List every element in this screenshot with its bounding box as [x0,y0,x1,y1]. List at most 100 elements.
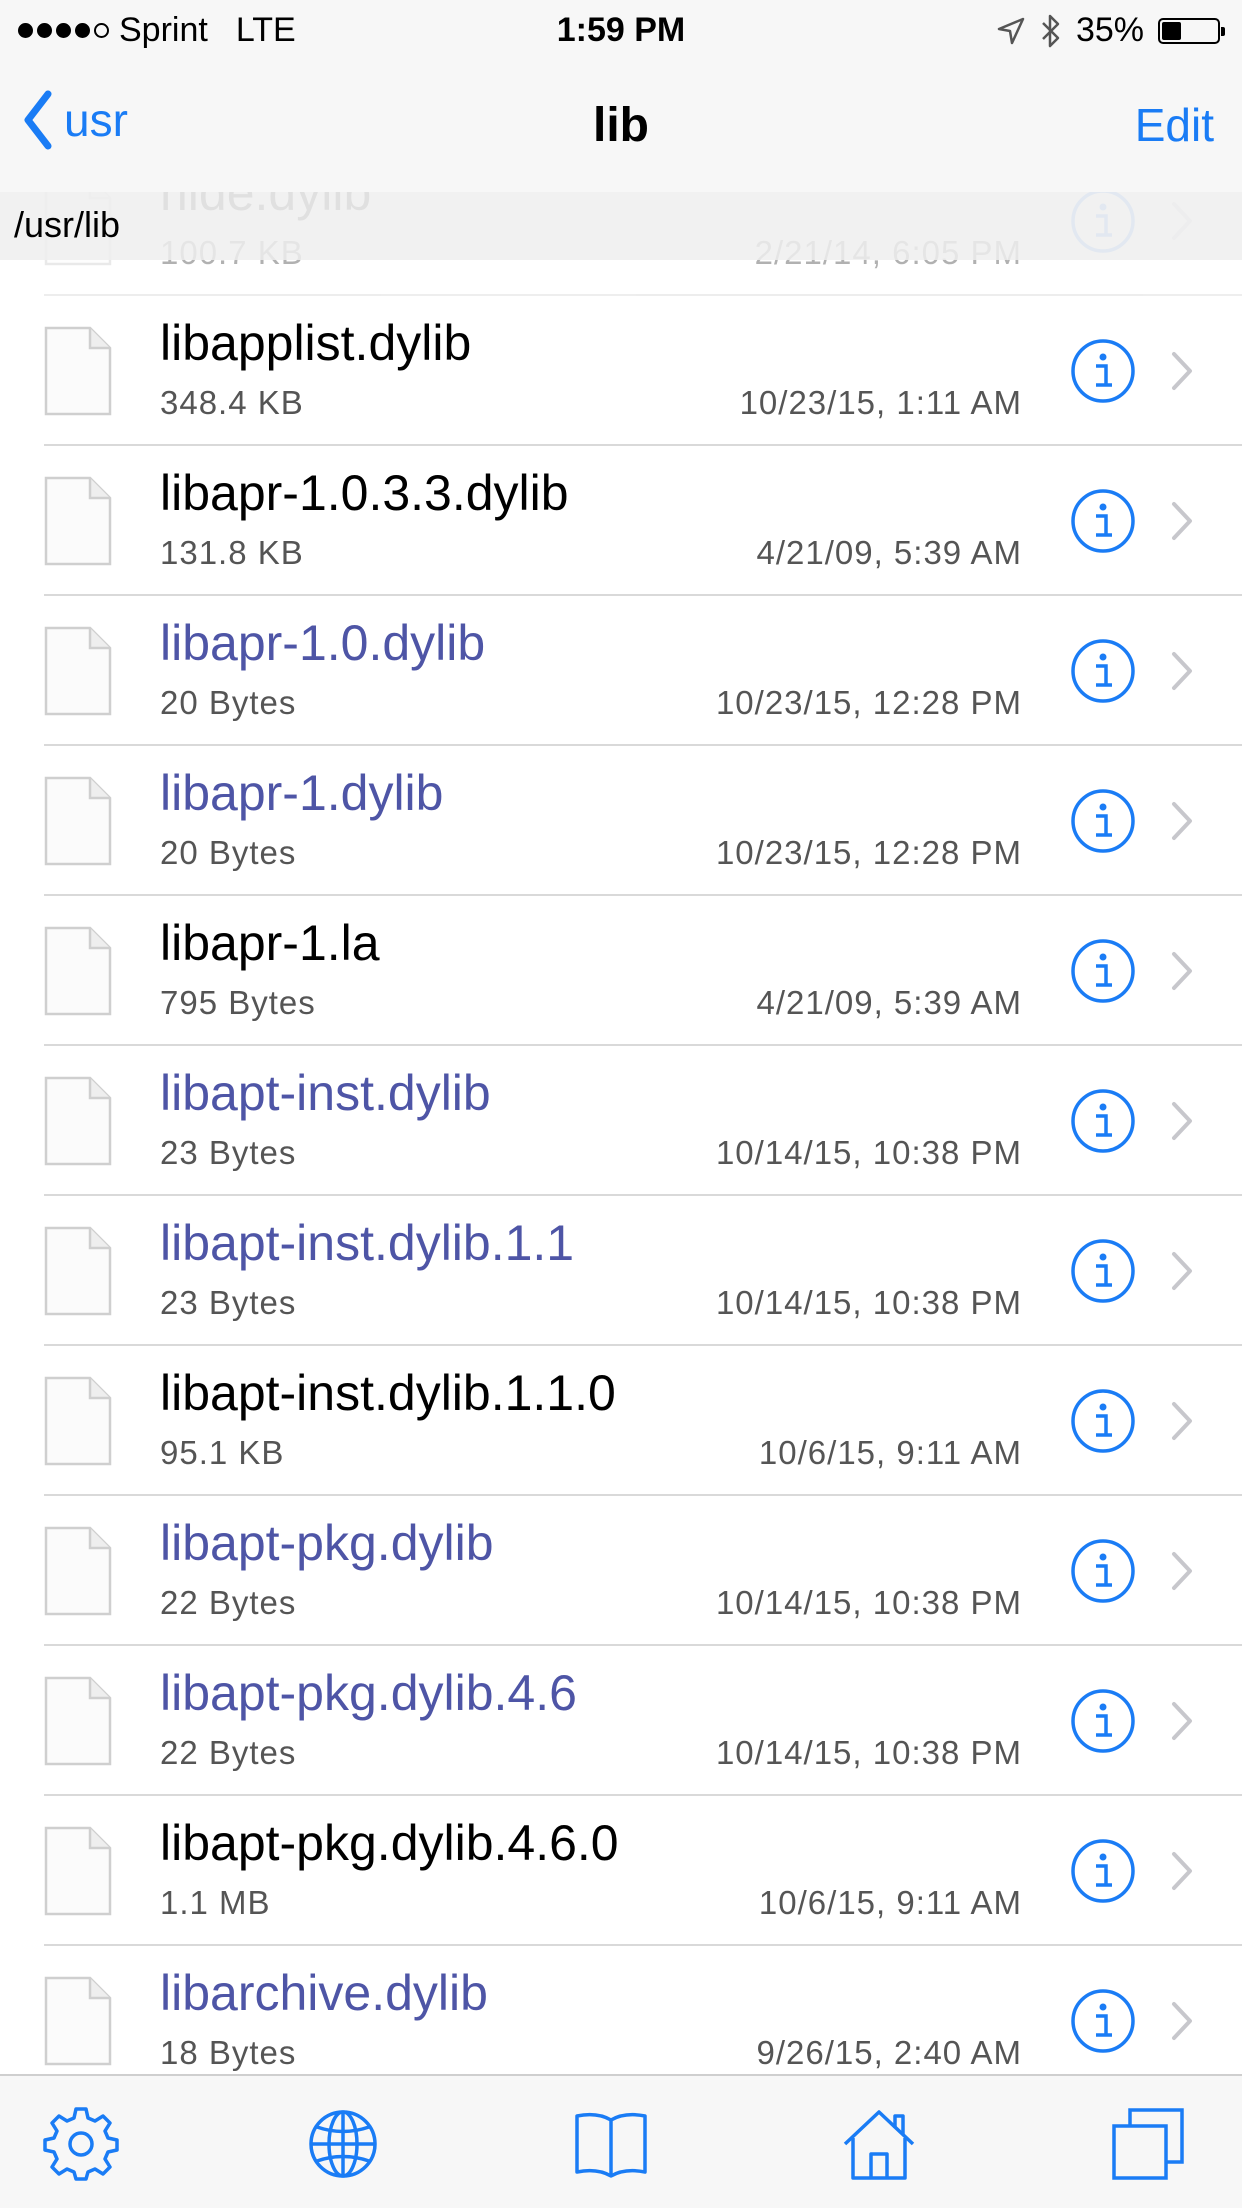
chevron-right-icon [1172,1852,1192,1890]
info-icon[interactable] [1070,638,1136,704]
file-name: libarchive.dylib [160,1965,488,2021]
navigation-bar: usr lib Edit [0,60,1242,192]
status-bar: Sprint LTE 1:59 PM 35% [0,0,1242,60]
file-name: libapt-inst.dylib.1.1 [160,1215,575,1271]
file-icon [44,1976,112,2066]
file-row[interactable]: libapr-1.dylib 20 Bytes 10/23/15, 12:28 PM [0,746,1242,896]
file-icon [44,1826,112,1916]
gear-icon[interactable] [43,2106,119,2182]
file-date: 9/26/15, 2:40 AM [756,2034,1022,2071]
file-row[interactable]: libapt-inst.dylib.1.1.0 95.1 KB 10/6/15, 9… [0,1346,1242,1496]
chevron-right-icon [1172,652,1192,690]
file-name: libapt-inst.dylib [160,1065,491,1121]
file-name: libapt-inst.dylib.1.1.0 [160,1365,616,1421]
file-size: 795 Bytes [160,984,316,1021]
path-bar: /usr/lib [0,192,1242,260]
file-name: libapt-pkg.dylib.4.6 [160,1665,577,1721]
home-icon[interactable] [841,2106,917,2182]
file-icon [44,1376,112,1466]
file-size: 18 Bytes [160,2034,297,2071]
file-icon [44,626,112,716]
file-size: 131.8 KB [160,534,304,571]
file-date: 10/14/15, 10:38 PM [715,1284,1022,1321]
info-icon[interactable] [1070,788,1136,854]
info-icon[interactable] [1070,1238,1136,1304]
page-title: lib [593,99,649,152]
file-date: 10/14/15, 10:38 PM [715,1584,1022,1621]
file-icon [44,476,112,566]
file-row[interactable]: libapplist.dylib 348.4 KB 10/23/15, 1:11 A… [0,296,1242,446]
chevron-right-icon [1172,352,1192,390]
file-icon [44,926,112,1016]
chevron-right-icon [1172,952,1192,990]
file-name: libapt-pkg.dylib [160,1515,494,1571]
info-icon[interactable] [1070,1538,1136,1604]
file-date: 10/23/15, 1:11 AM [739,384,1022,421]
file-row[interactable]: libapr-1.la 795 Bytes 4/21/09, 5:39 AM [0,896,1242,1046]
book-icon[interactable] [573,2106,649,2182]
file-date: 10/23/15, 12:28 PM [715,684,1022,721]
file-row[interactable]: libapr-1.0.3.3.dylib 131.8 KB 4/21/09, 5:3… [0,446,1242,596]
battery-fill [1162,21,1181,40]
windows-icon[interactable] [1110,2106,1186,2182]
tab-bar [0,2074,1242,2208]
file-size: 23 Bytes [160,1284,297,1321]
info-icon[interactable] [1070,1838,1136,1904]
info-icon[interactable] [1070,488,1136,554]
globe-icon[interactable] [305,2106,381,2182]
file-row[interactable]: libapt-inst.dylib.1.1 23 Bytes 10/14/15, 1… [0,1196,1242,1346]
file-size: 22 Bytes [160,1584,297,1621]
info-icon[interactable] [1070,1688,1136,1754]
info-icon[interactable] [1070,1088,1136,1154]
file-icon [44,1226,112,1316]
file-name: libapt-pkg.dylib.4.6.0 [160,1815,619,1871]
info-icon[interactable] [1070,1388,1136,1454]
file-icon [44,1076,112,1166]
file-size: 20 Bytes [160,834,297,871]
location-arrow-icon [997,17,1025,44]
edit-button[interactable]: Edit [1135,98,1214,152]
current-path: /usr/lib [14,204,121,245]
file-size: 22 Bytes [160,1734,297,1771]
info-icon[interactable] [1070,938,1136,1004]
file-name: libapr-1.0.dylib [160,615,486,671]
file-name: libapr-1.dylib [160,765,444,821]
file-date: 10/6/15, 9:11 AM [758,1434,1022,1471]
chevron-right-icon [1172,502,1192,540]
file-size: 95.1 KB [160,1434,285,1471]
chevron-right-icon [1172,1252,1192,1290]
file-row[interactable]: libapt-inst.dylib 23 Bytes 10/14/15, 10:38… [0,1046,1242,1196]
chevron-right-icon [1172,1702,1192,1740]
file-row[interactable]: libapr-1.0.dylib 20 Bytes 10/23/15, 12:28 … [0,596,1242,746]
chevron-right-icon [1172,1102,1192,1140]
bluetooth-icon [1042,14,1060,47]
battery-icon [1158,17,1225,44]
file-name: libapr-1.la [160,915,380,971]
info-icon[interactable] [1070,1988,1136,2054]
chevron-right-icon [1172,1402,1192,1440]
info-icon[interactable] [1070,338,1136,404]
battery-percentage: 35% [1075,11,1144,49]
file-date: 10/6/15, 9:11 AM [758,1884,1022,1921]
file-row[interactable]: libapt-pkg.dylib.4.6 22 Bytes 10/14/15, 10… [0,1646,1242,1796]
file-date: 4/21/09, 5:39 AM [756,984,1022,1021]
file-icon [44,326,112,416]
file-date: 10/14/15, 10:38 PM [715,1734,1022,1771]
file-list[interactable]: nide.dylib100.7 KB2/21/14, 6:05 PMlibapp… [0,0,1242,2208]
file-icon [44,1526,112,1616]
file-icon [44,776,112,866]
file-date: 10/23/15, 12:28 PM [715,834,1022,871]
chevron-right-icon [1172,802,1192,840]
file-date: 4/21/09, 5:39 AM [756,534,1022,571]
file-name: libapr-1.0.3.3.dylib [160,465,569,521]
file-date: 10/14/15, 10:38 PM [715,1134,1022,1171]
file-name: libapplist.dylib [160,315,472,371]
file-size: 20 Bytes [160,684,297,721]
file-row[interactable]: libapt-pkg.dylib.4.6.0 1.1 MB 10/6/15, 9:1… [0,1796,1242,1946]
chevron-right-icon [1172,2002,1192,2040]
file-row[interactable]: libapt-pkg.dylib 22 Bytes 10/14/15, 10:38 … [0,1496,1242,1646]
file-icon [44,1676,112,1766]
file-size: 348.4 KB [160,384,304,421]
file-size: 23 Bytes [160,1134,297,1171]
file-size: 1.1 MB [160,1884,271,1921]
